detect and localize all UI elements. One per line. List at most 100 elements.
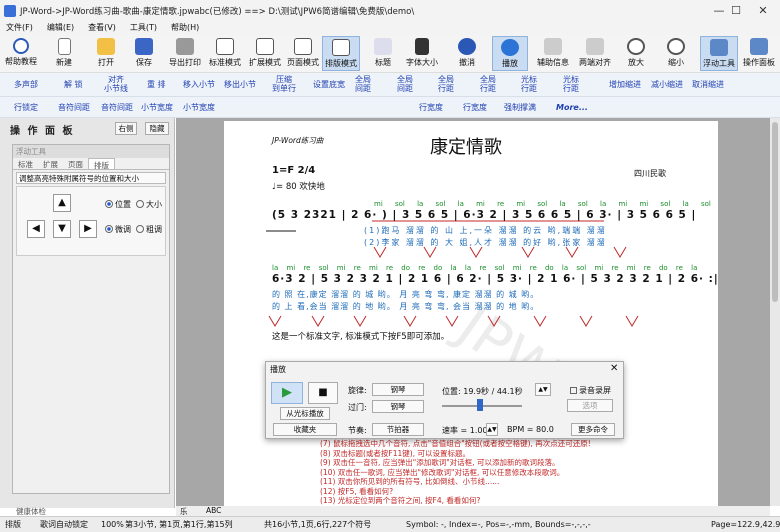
more-button[interactable]: More... [556, 103, 588, 112]
record-checkbox[interactable]: 录音录屏 [570, 385, 611, 396]
more-commands-button[interactable]: 更多命令 [571, 423, 615, 436]
standard-text-note[interactable]: 这是一个标准文字, 标准模式下按F5即可添加。 [272, 330, 449, 342]
tab-standard[interactable]: 标准 [13, 158, 38, 169]
tip-13: (13) 光标定位到两个音符之间, 按F4, 看看如何? [320, 496, 481, 505]
lyric-row3[interactable]: 的 照 在,康定 溜溜 的 城 哟。 月 亮 弯 弯, 康定 溜溜 的 城 哟。 [272, 289, 539, 300]
arrow-down-button[interactable]: ▼ [53, 220, 71, 238]
page-mode-button[interactable]: 页面模式 [284, 36, 322, 71]
operation-panel: 操 作 面 板 右侧 隐藏 浮动工具 标准 扩展 页面 排版 调整高亮特殊附属符… [0, 118, 175, 516]
move-in-bar-button[interactable]: 移入小节 [183, 80, 215, 89]
lyric-row4[interactable]: 的 上 看,会当 溜溜 的 地 哟。 月 亮 弯 弯, 会当 溜溜 的 地 哟。 [272, 301, 539, 312]
arrow-up-button[interactable]: ▲ [53, 194, 71, 212]
title-button[interactable]: 标题 [369, 36, 397, 71]
line-width-decrease-button[interactable]: 行宽度 [463, 103, 487, 112]
compress-single-line-button[interactable]: 压缩 到单行 [272, 75, 296, 93]
export-print-button[interactable]: 导出打印 [166, 36, 204, 71]
arrow-right-button[interactable]: ▶ [79, 220, 97, 238]
radio-coarse[interactable]: 粗调 [136, 224, 162, 235]
lyric-row1[interactable]: (1)跑马 溜溜 的 山 上,一朵 溜溜 的云 哟,端端 溜溜 [364, 225, 607, 236]
move-out-bar-button[interactable]: 移出小节 [224, 80, 256, 89]
dialog-close-button[interactable]: ✕ [610, 363, 618, 374]
tab-page[interactable]: 页面 [63, 158, 88, 169]
notation-row2[interactable]: 6·3 2 | 5 3 2 3 2 1 | 2 1 6 | 6 2· | 5 3… [272, 273, 719, 285]
notation-row1[interactable]: (5 3 2321 | 2 6· ) | 3 5 6 5 | 6·3 2 | 3… [272, 209, 696, 221]
panel-hide-button[interactable]: 隐藏 [145, 122, 169, 135]
menu-edit[interactable]: 编辑(E) [47, 22, 74, 35]
position-stepper[interactable]: ▲▼ [535, 383, 551, 396]
menu-tools[interactable]: 工具(T) [130, 22, 157, 35]
tempo-mark[interactable]: ♩= 80 欢快地 [272, 180, 325, 192]
global-line-spacing-decrease-button[interactable]: 全局 行距 [480, 75, 496, 93]
menu-view[interactable]: 查看(V) [88, 22, 116, 35]
unlock-button[interactable]: 解 锁 [64, 80, 83, 89]
close-button[interactable]: ✕ [746, 0, 780, 22]
line-lock-button[interactable]: 行锁定 [14, 103, 38, 112]
panel-right-button[interactable]: 右侧 [115, 122, 137, 135]
melody-instrument-select[interactable]: 钢琴 [372, 383, 424, 396]
page-mode-icon [294, 38, 312, 55]
set-bottom-width-button[interactable]: 设置底宽 [313, 80, 345, 89]
options-button[interactable]: 选项 [567, 399, 613, 412]
zoom-in-button[interactable]: 放大 [622, 36, 650, 71]
play-from-cursor-button[interactable]: 从光标播放 [280, 407, 330, 420]
lyric-row2[interactable]: (2)李家 溜溜 的 大 姐,人才 溜溜 的好 哟,张家 溜溜 [364, 237, 607, 248]
global-line-spacing-increase-button[interactable]: 全局 行距 [438, 75, 454, 93]
decrease-indent-button[interactable]: 减小缩进 [651, 80, 683, 89]
play-button[interactable]: 播放 [492, 36, 528, 71]
score-page[interactable]: JPW JP-Word练习曲 康定情歌 1=F 2/4 ♩= 80 欢快地 四川… [224, 121, 718, 506]
extend-mode-button[interactable]: 扩展模式 [246, 36, 284, 71]
score-title[interactable]: 康定情歌 [430, 133, 502, 159]
note-spacing-decrease-button[interactable]: 音符间距 [101, 103, 133, 112]
menu-help[interactable]: 帮助(H) [171, 22, 199, 35]
stop-button[interactable]: ■ [308, 382, 338, 404]
rearrange-button[interactable]: 重 排 [147, 80, 166, 89]
menu-file[interactable]: 文件(F) [6, 22, 33, 35]
zoom-out-button[interactable]: 缩小 [662, 36, 690, 71]
force-fill-button[interactable]: 强制撑满 [504, 103, 536, 112]
multi-voice-button[interactable]: 多声部 [14, 80, 38, 89]
bridge-instrument-select[interactable]: 钢琴 [372, 400, 424, 413]
assist-info-icon [544, 38, 562, 55]
tab-extend[interactable]: 扩展 [38, 158, 63, 169]
float-tools-button[interactable]: 浮动工具 [700, 36, 738, 71]
rate-stepper[interactable]: ▲▼ [486, 423, 498, 436]
operation-panel-button[interactable]: 操作面板 [740, 36, 778, 71]
cursor-line-spacing-increase-button[interactable]: 光标 行距 [521, 75, 537, 93]
cursor-line-spacing-decrease-button[interactable]: 光标 行距 [563, 75, 579, 93]
note-spacing-increase-button[interactable]: 音符间距 [58, 103, 90, 112]
align-barline-button[interactable]: 对齐 小节线 [104, 75, 128, 93]
help-tutorial-button[interactable]: 帮助教程 [2, 36, 40, 71]
radio-size[interactable]: 大小 [136, 199, 162, 210]
new-button[interactable]: 新建 [50, 36, 78, 71]
tab-layout[interactable]: 排版 [88, 158, 115, 170]
play-start-button[interactable]: ▶ [271, 382, 303, 404]
assist-info-button[interactable]: 辅助信息 [534, 36, 572, 71]
favorites-button[interactable]: 收藏夹 [273, 423, 337, 436]
undo-button[interactable]: 撤消 [453, 36, 481, 71]
bar-width-increase-button[interactable]: 小节宽度 [141, 103, 173, 112]
increase-indent-button[interactable]: 增加缩进 [609, 80, 641, 89]
scrollbar-thumb[interactable] [772, 122, 778, 302]
radio-fine-dot [105, 225, 113, 233]
bar-width-decrease-button[interactable]: 小节宽度 [183, 103, 215, 112]
arrow-left-button[interactable]: ◀ [27, 220, 45, 238]
key-signature[interactable]: 1=F 2/4 [272, 165, 315, 176]
radio-position[interactable]: 位置 [105, 199, 131, 210]
global-spacing-increase-button[interactable]: 全局 间距 [355, 75, 371, 93]
line-width-increase-button[interactable]: 行宽度 [419, 103, 443, 112]
save-button[interactable]: 保存 [130, 36, 158, 71]
open-button[interactable]: 打开 [92, 36, 120, 71]
rhythm-select[interactable]: 节拍器 [372, 423, 424, 436]
horizontal-scrollbar[interactable] [176, 506, 770, 516]
standard-mode-button[interactable]: 标准模式 [206, 36, 244, 71]
vertical-scrollbar[interactable] [770, 118, 780, 506]
position-slider-thumb[interactable] [477, 399, 483, 411]
cancel-indent-button[interactable]: 取消缩进 [692, 80, 724, 89]
adjust-section-header[interactable]: 调整高亮特殊附属符号的位置和大小 [16, 172, 166, 184]
tip-7: (7) 鼠标拖拽选中几个音符, 点击"音值组合"按钮(或者按空格键), 再次点还… [320, 439, 591, 448]
radio-fine[interactable]: 微调 [105, 224, 131, 235]
font-size-button[interactable]: 字体大小 [402, 36, 442, 71]
global-spacing-decrease-button[interactable]: 全局 间距 [397, 75, 413, 93]
layout-mode-button[interactable]: 排版模式 [322, 36, 360, 71]
justify-button[interactable]: 两端对齐 [576, 36, 614, 71]
